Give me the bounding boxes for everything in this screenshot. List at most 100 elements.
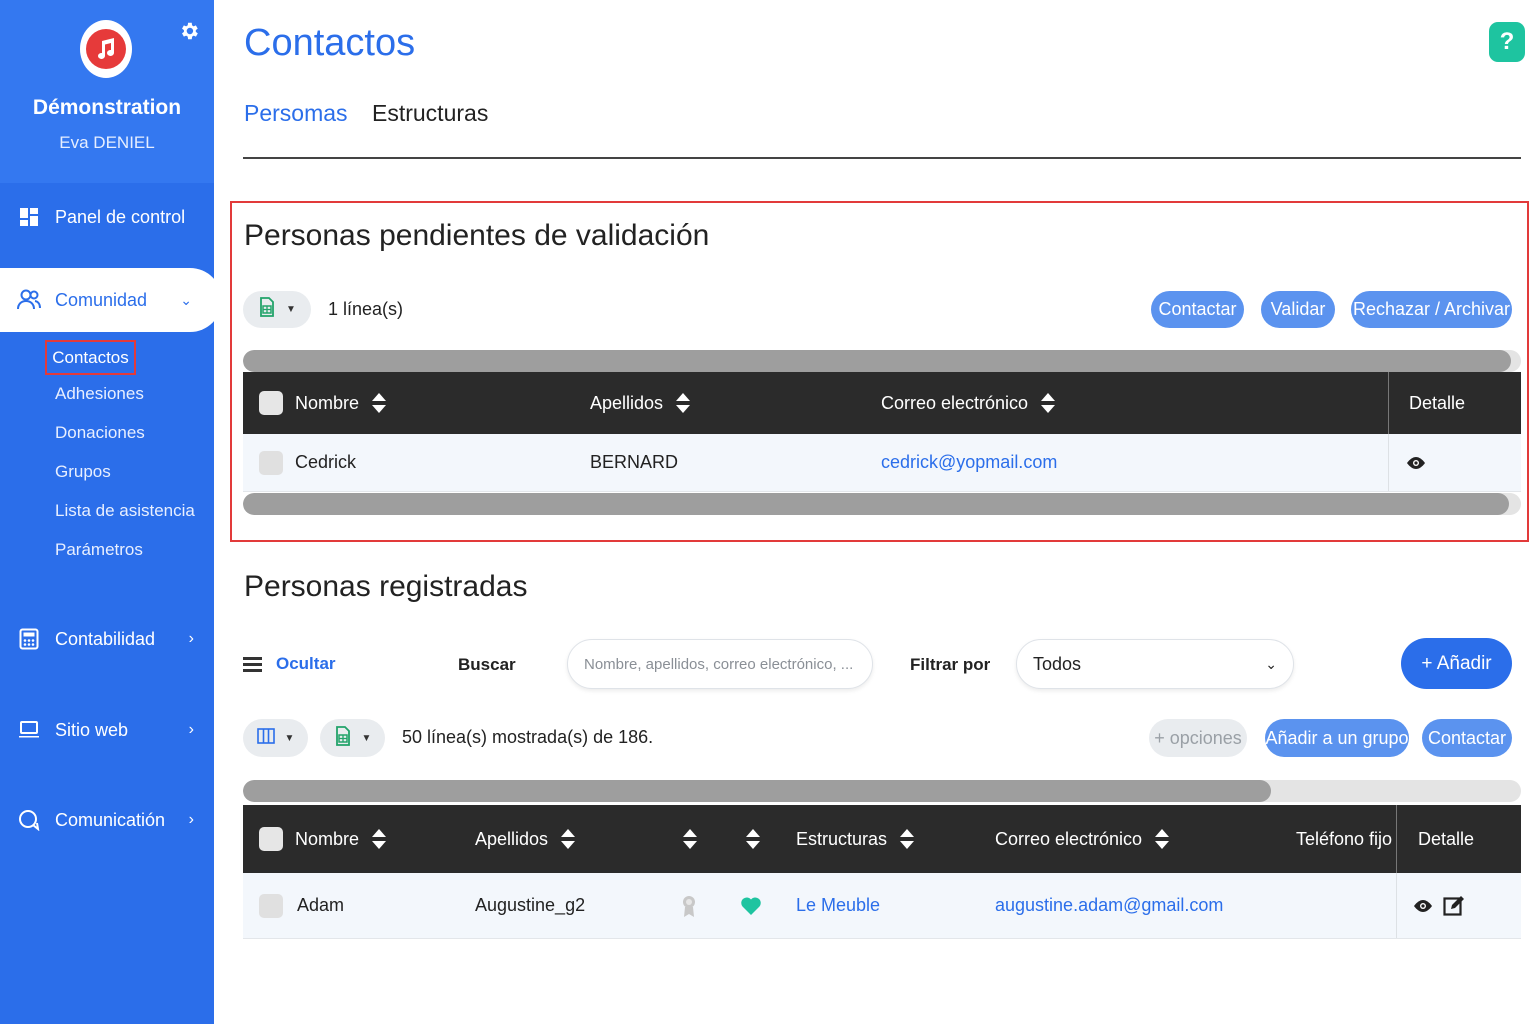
select-all-checkbox[interactable] [259,827,283,851]
column-header-apellidos[interactable]: Apellidos [475,805,576,873]
search-label: Buscar [458,655,516,674]
eye-icon[interactable] [1412,873,1434,938]
pending-table-scrollbar-bottom[interactable] [243,493,1521,515]
caret-down-icon: ▼ [361,732,372,744]
filter-label: Filtrar por [910,655,991,674]
add-button[interactable]: + Añadir [1401,638,1512,689]
heart-icon[interactable] [740,873,762,938]
sort-icon [372,393,387,413]
column-header-detalle: Detalle [1409,392,1466,413]
sidebar-item-sitio-web[interactable]: Sitio web › [0,707,214,753]
sidebar-subitem-parametros[interactable]: Parámetros [55,540,143,560]
sidebar-header: Démonstration Eva DENIEL [0,0,214,183]
tabs-divider [243,157,1521,159]
sidebar-subitem-adhesiones[interactable]: Adhesiones [55,384,144,404]
tab-estructuras[interactable]: Estructuras [372,100,488,127]
column-header-nombre[interactable]: Nombre [259,372,387,434]
sort-icon [1041,393,1056,413]
select-all-checkbox[interactable] [259,391,283,415]
eye-icon[interactable] [1405,434,1427,491]
music-note-icon [86,29,126,69]
cell-estructura-link[interactable]: Le Meuble [796,873,880,938]
sidebar-subitem-contactos[interactable]: Contactos [45,340,136,375]
validate-button[interactable]: Validar [1261,291,1335,328]
scrollbar-thumb[interactable] [243,780,1271,802]
cell-nombre: Adam [297,895,345,915]
edit-icon[interactable] [1443,873,1465,938]
add-to-group-button[interactable]: Añadir a un grupo [1265,719,1409,757]
more-options-button[interactable]: + opciones [1149,719,1247,757]
row-checkbox[interactable] [259,893,283,918]
reject-archive-button[interactable]: Rechazar / Archivar [1351,291,1512,328]
sidebar-item-label: Comunicatión [55,809,166,830]
sidebar-subitem-donaciones[interactable]: Donaciones [55,423,145,443]
column-header-badge-sort[interactable] [682,805,698,873]
sidebar-item-panel-de-control[interactable]: Panel de control [0,194,214,240]
award-badge-icon [681,873,697,938]
sidebar-item-comunidad[interactable]: Comunidad ⌄ [0,268,222,332]
column-header-apellidos[interactable]: Apellidos [590,372,691,434]
column-header-correo[interactable]: Correo electrónico [995,805,1170,873]
sidebar-item-comunicacion[interactable]: Comunicatión › [0,797,214,843]
sidebar-subitem-grupos[interactable]: Grupos [55,462,111,482]
column-header-telefono: Teléfono fijo [1296,828,1393,849]
help-button[interactable]: ? [1489,22,1525,62]
calculator-icon [18,628,40,650]
filter-select[interactable]: Todos ⌄ [1016,639,1294,689]
app-logo[interactable] [80,20,132,78]
table-row[interactable]: Adam Augustine_g2 Le Meuble augustine.ad… [243,873,1521,939]
column-label: Correo electrónico [881,392,1029,413]
contact-button[interactable]: Contactar [1151,291,1244,328]
column-header-favorite-sort[interactable] [745,805,761,873]
pending-table-header: Nombre Apellidos Correo electrónico Deta… [243,372,1521,434]
sidebar-item-label: Comunidad [55,289,148,310]
sort-icon [1155,829,1170,849]
column-divider [1396,873,1397,938]
column-header-correo[interactable]: Correo electrónico [881,372,1056,434]
sort-icon [372,829,387,849]
scrollbar-thumb[interactable] [243,350,1511,372]
column-header-estructuras[interactable]: Estructuras [796,805,915,873]
user-name: Eva DENIEL [59,133,155,152]
search-input[interactable] [567,639,873,689]
gear-icon[interactable] [177,19,201,43]
row-checkbox[interactable] [259,450,283,475]
community-icon [17,288,41,312]
columns-dropdown[interactable]: ▼ [243,719,308,757]
contact-button[interactable]: Contactar [1422,719,1512,757]
laptop-icon [18,719,40,741]
pending-row-count: 1 línea(s) [328,299,404,319]
cell-apellidos: Augustine_g2 [475,895,586,915]
dashboard-icon [18,206,40,228]
export-dropdown[interactable]: ▼ [320,719,385,757]
table-row[interactable]: Cedrick BERNARD cedrick@yopmail.com [243,434,1521,492]
tab-personas[interactable]: Persomas [244,100,348,127]
sort-icon [683,829,697,849]
sidebar-subitem-lista-de-asistencia[interactable]: Lista de asistencia [55,501,195,521]
scrollbar-thumb[interactable] [243,493,1509,515]
cell-correo-link[interactable]: augustine.adam@gmail.com [995,873,1223,938]
hide-filters-toggle[interactable]: Ocultar [243,654,336,674]
column-divider [1396,805,1397,873]
pending-table-scrollbar-top[interactable] [243,350,1521,372]
chevron-down-icon: ⌄ [180,291,192,308]
chevron-down-icon: ⌄ [1265,655,1277,672]
chat-icon [18,809,40,831]
columns-icon [256,727,275,749]
column-header-detalle: Detalle [1418,828,1475,849]
cell-apellidos: BERNARD [590,452,679,472]
column-header-nombre[interactable]: Nombre [259,805,387,873]
page-title: Contactos [244,22,416,64]
export-dropdown[interactable]: ▼ [243,291,311,328]
sort-icon [900,829,915,849]
registered-section-title: Personas registradas [244,570,528,603]
sidebar-item-label: Sitio web [55,719,129,740]
sidebar-item-contabilidad[interactable]: Contabilidad › [0,616,214,662]
registered-table-scrollbar[interactable] [243,780,1521,802]
column-label: Estructuras [796,828,888,849]
caret-down-icon: ▼ [286,304,296,315]
column-label: Correo electrónico [995,828,1143,849]
sort-icon [676,393,691,413]
cell-correo-link[interactable]: cedrick@yopmail.com [881,434,1057,491]
sort-icon [746,829,760,849]
